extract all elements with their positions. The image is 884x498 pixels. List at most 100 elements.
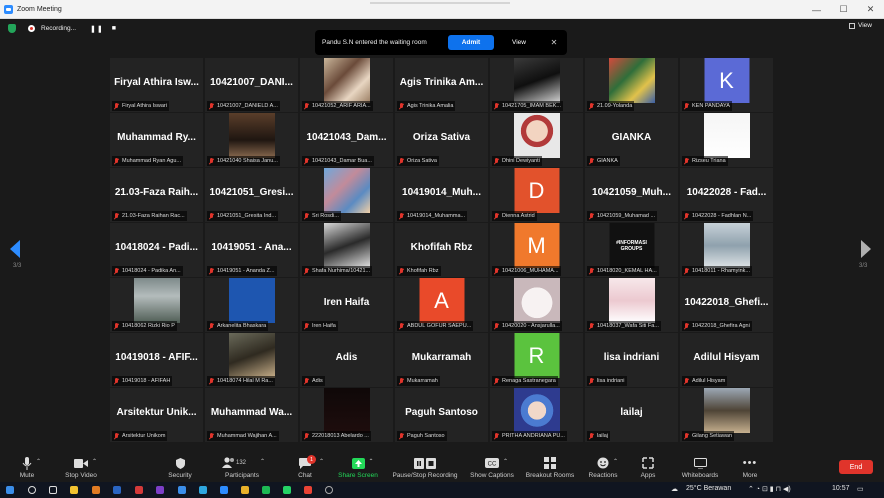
- participant-tile[interactable]: Adilul Hisyam Adilul Hisyam: [680, 333, 773, 387]
- participant-tile[interactable]: 10418024 - Padi... 10418024 - Padika An..…: [110, 223, 203, 277]
- pause-stop-recording-button[interactable]: Pause/Stop Recording: [390, 451, 460, 482]
- admit-button[interactable]: Admit: [448, 35, 494, 50]
- zoom-taskbar-icon[interactable]: [220, 486, 228, 494]
- photoshop-icon[interactable]: [113, 486, 121, 494]
- participant-tile[interactable]: 10421040 Shaisa Janu...: [205, 113, 298, 167]
- participant-tile[interactable]: 21.09-Yolanda: [585, 58, 678, 112]
- participant-tile[interactable]: GIANKA GIANKA: [585, 113, 678, 167]
- end-meeting-button[interactable]: End: [839, 460, 873, 474]
- participant-tile[interactable]: 10421051_Gresi... 10421051_Gresita Ind...: [205, 168, 298, 222]
- windows-start-icon[interactable]: [6, 486, 14, 494]
- titlebar-drag-handle[interactable]: [370, 2, 510, 4]
- participant-tile[interactable]: 10420020 - Ansjarulla...: [490, 278, 583, 332]
- participant-tile[interactable]: PRITHA ANDRIANA PU...: [490, 388, 583, 442]
- apps-button[interactable]: Apps: [636, 451, 660, 482]
- participant-tile[interactable]: Adis Adis: [300, 333, 393, 387]
- participant-display-name: lailaj: [620, 407, 643, 418]
- participant-tile[interactable]: 10422018_Ghefi... 10422018_Ghefira Agni: [680, 278, 773, 332]
- security-shield-icon[interactable]: [8, 24, 16, 33]
- participant-tile[interactable]: A ABDUL GOFUR SAEPU...: [395, 278, 488, 332]
- mail-icon[interactable]: [178, 486, 186, 494]
- participant-tile[interactable]: Arkanelita Bhaskara: [205, 278, 298, 332]
- participant-tile[interactable]: Paguh Santoso Paguh Santoso: [395, 388, 488, 442]
- more-button[interactable]: ••• More: [738, 451, 762, 482]
- participant-tile[interactable]: Firyal Athira Isw... Firyal Athira Iswari: [110, 58, 203, 112]
- participant-tile[interactable]: R Renaga Sastranegara: [490, 333, 583, 387]
- clock[interactable]: 10:57: [832, 485, 850, 492]
- participant-tile[interactable]: 10419014_Muh... 10419014_Muhamma...: [395, 168, 488, 222]
- view-waiting-room-button[interactable]: View: [494, 39, 544, 46]
- prev-page-arrow-icon[interactable]: [9, 239, 21, 259]
- participant-tile[interactable]: 10421705_IMAM BEK...: [490, 58, 583, 112]
- security-button[interactable]: Security: [165, 451, 195, 482]
- participant-tile[interactable]: 10421043_Dam... 10421043_Damar Bua...: [300, 113, 393, 167]
- participant-tile[interactable]: M 10421006_MUHAMA...: [490, 223, 583, 277]
- recorder-icon[interactable]: [304, 486, 312, 494]
- system-tray-icons[interactable]: ⌃ ◔ ⊡ ▮ ⊓ ◀): [748, 485, 791, 493]
- participant-tile[interactable]: Oriza Sativa Oriza Sativa: [395, 113, 488, 167]
- whatsapp-icon[interactable]: [283, 486, 291, 494]
- search-icon[interactable]: [28, 486, 36, 494]
- participant-tile[interactable]: Muhammad Ry... Muhammad Ryan Agu...: [110, 113, 203, 167]
- participant-tile[interactable]: 10422028 - Fad... 10422028 - Fadhlan N...: [680, 168, 773, 222]
- participant-tile[interactable]: Mukarramah Mukarramah: [395, 333, 488, 387]
- show-captions-button[interactable]: CC ⌃ Show Captions: [468, 451, 516, 482]
- participant-tile[interactable]: 10419018 - AFIF... 10419018 - AFIFAH: [110, 333, 203, 387]
- close-notification-icon[interactable]: ✕: [544, 38, 564, 47]
- spotify-icon[interactable]: [262, 486, 270, 494]
- participant-tile[interactable]: lailaj lailaj: [585, 388, 678, 442]
- participant-tile[interactable]: 10421052_ARIF ARIA...: [300, 58, 393, 112]
- participant-display-name: lisa indriani: [603, 352, 660, 363]
- participant-tile[interactable]: 10421007_DANI... 10421007_DANIELD A...: [205, 58, 298, 112]
- telegram-icon[interactable]: [199, 486, 207, 494]
- participant-tile[interactable]: Khofifah Rbz Khofifah Rbz: [395, 223, 488, 277]
- participant-tile[interactable]: Arsitektur Unik... Arsitektur Unikom: [110, 388, 203, 442]
- participant-tile[interactable]: Shafa Nurhima/10421...: [300, 223, 393, 277]
- participant-display-name: Mukarramah: [411, 352, 472, 363]
- participant-tile[interactable]: #INFORMASI GROUPS 10418020_KEMAL HA...: [585, 223, 678, 277]
- breakout-rooms-button[interactable]: Breakout Rooms: [524, 451, 576, 482]
- stop-video-button[interactable]: ⌃ Stop Video: [60, 451, 102, 482]
- participant-tile[interactable]: Dhini Dewiyanti: [490, 113, 583, 167]
- participant-tile[interactable]: 10419051 - Ana... 10419051 - Ananda Z...: [205, 223, 298, 277]
- participant-tile[interactable]: 10421059_Muh... 10421059_Muhamad ...: [585, 168, 678, 222]
- minimize-button[interactable]: —: [803, 0, 830, 19]
- participant-tile[interactable]: lisa indriani lisa indriani: [585, 333, 678, 387]
- participant-tile[interactable]: 10418074 Hilal M Ra...: [205, 333, 298, 387]
- settings-gear-icon[interactable]: [325, 486, 333, 494]
- chrome-icon[interactable]: [241, 486, 249, 494]
- whiteboards-button[interactable]: Whiteboards: [678, 451, 722, 482]
- weather-icon[interactable]: ☁: [671, 485, 678, 493]
- participant-tile[interactable]: Agis Trinika Am... Agis Trinika Amalia: [395, 58, 488, 112]
- close-window-button[interactable]: ✕: [857, 0, 884, 19]
- view-button[interactable]: View: [849, 22, 872, 29]
- participant-tile[interactable]: Muhammad Wa... Muhammad Wajihan A...: [205, 388, 298, 442]
- pause-recording-icon[interactable]: ❚❚: [90, 25, 104, 33]
- notification-icon[interactable]: ▭: [857, 485, 864, 493]
- task-view-icon[interactable]: [49, 486, 57, 494]
- participant-tile[interactable]: 10418062 Rizki Rio P: [110, 278, 203, 332]
- file-explorer-icon[interactable]: [70, 486, 78, 494]
- acrobat-icon[interactable]: [135, 486, 143, 494]
- participant-tile[interactable]: Iren Haifa Iren Haifa: [300, 278, 393, 332]
- maximize-button[interactable]: ☐: [830, 0, 857, 19]
- illustrator-icon[interactable]: [92, 486, 100, 494]
- participant-tile[interactable]: 10418011 - Rhamyink...: [680, 223, 773, 277]
- participant-tile[interactable]: K KEN PANDAYA: [680, 58, 773, 112]
- premiere-icon[interactable]: [156, 486, 164, 494]
- participant-tile[interactable]: Gilang Setiawan: [680, 388, 773, 442]
- participants-button[interactable]: 132 ⌃ Participants: [220, 451, 265, 482]
- mute-button[interactable]: ⌃ Mute: [12, 451, 42, 482]
- chat-button[interactable]: 1 ⌃ Chat: [294, 451, 324, 482]
- reactions-button[interactable]: ⌃ Reactions: [588, 451, 618, 482]
- participant-tile[interactable]: Sri Rosdi...: [300, 168, 393, 222]
- participant-tile[interactable]: 21.03-Faza Raih... 21.03-Faza Raihan Rac.…: [110, 168, 203, 222]
- participant-tile[interactable]: 222018013 Abelardo ...: [300, 388, 393, 442]
- participant-tile[interactable]: Rizseu Triana: [680, 113, 773, 167]
- share-screen-button[interactable]: ⌃ Share Screen: [335, 451, 381, 482]
- participant-tile[interactable]: 10418037_Wafa Siti Fa...: [585, 278, 678, 332]
- next-page-arrow-icon[interactable]: [860, 239, 872, 259]
- stop-recording-icon[interactable]: ■: [112, 25, 117, 32]
- participant-tile[interactable]: D Dienna Astrid: [490, 168, 583, 222]
- weather-text[interactable]: 25°C Berawan: [686, 485, 731, 492]
